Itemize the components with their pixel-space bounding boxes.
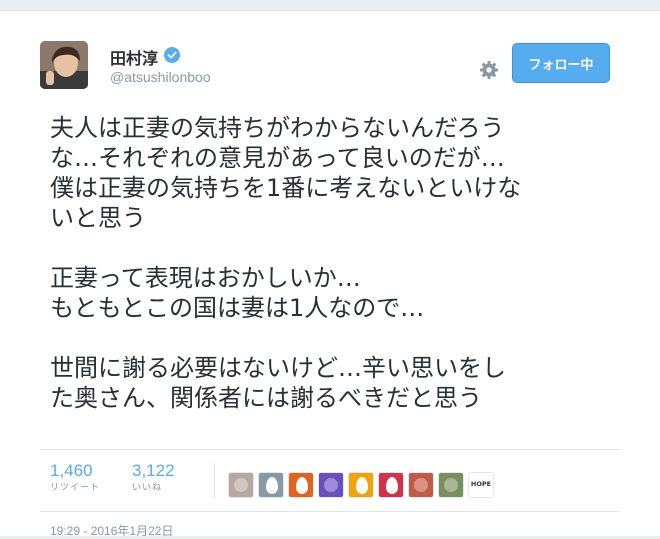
following-button[interactable]: フォロー中 <box>512 43 610 83</box>
egg-icon <box>356 477 368 494</box>
gear-icon[interactable] <box>478 59 500 81</box>
like-count-label: いいね <box>132 483 163 493</box>
liker-avatar-photo-avatar[interactable] <box>318 472 344 498</box>
egg-icon <box>266 477 278 494</box>
tweet-text: 夫人は正妻の気持ちがわからないんだろう な…それぞれの意見があって良いのだが… … <box>50 113 650 413</box>
tweet-line: いと思う <box>50 204 146 232</box>
tweet-line: な…それぞれの意見があって良いのだが… <box>50 144 505 172</box>
tweet-line: た奥さん、関係者には謝るべきだと思う <box>50 384 482 412</box>
liker-avatar-default-egg-avatar[interactable] <box>258 472 284 498</box>
verified-badge-icon <box>164 47 180 63</box>
tweet-line: 世間に謝る必要はないけど…辛い思いをし <box>50 354 506 382</box>
egg-icon <box>386 477 398 494</box>
egg-icon <box>296 477 308 494</box>
liker-avatar-hope-logo-avatar[interactable]: HOPE <box>468 472 494 498</box>
retweet-count-label: リツイート <box>50 483 101 493</box>
liker-avatar-default-egg-avatar[interactable] <box>288 472 314 498</box>
stats-top-divider <box>40 449 620 450</box>
liker-avatar-default-egg-avatar[interactable] <box>378 472 404 498</box>
like-count-value: 3,122 <box>132 461 175 480</box>
photo-icon <box>234 478 248 492</box>
liker-avatar-photo-avatar[interactable] <box>408 472 434 498</box>
retweet-count-value: 1,460 <box>50 461 93 480</box>
display-name[interactable]: 田村淳 <box>110 45 158 69</box>
stats-separator <box>214 463 215 499</box>
photo-icon <box>444 478 458 492</box>
tweet-line: もともとこの国は妻は1人なので… <box>50 294 425 322</box>
liker-avatars: HOPE <box>228 472 494 498</box>
liker-avatar-default-egg-avatar[interactable] <box>348 472 374 498</box>
photo-icon <box>324 478 338 492</box>
tweet-card: 田村淳 @atsushilonboo フォロー中 夫人は正妻の気持ちがわからない… <box>0 10 660 539</box>
stats-bottom-divider <box>40 511 620 512</box>
liker-avatar-photo-avatar[interactable] <box>438 472 464 498</box>
user-handle[interactable]: @atsushilonboo <box>110 69 211 85</box>
user-avatar[interactable] <box>40 41 88 89</box>
like-count[interactable]: 3,122 いいね <box>132 461 175 495</box>
retweet-count[interactable]: 1,460 リツイート <box>50 461 100 495</box>
photo-icon <box>414 478 428 492</box>
hope-logo-text: HOPE <box>470 480 492 488</box>
tweet-line: 僕は正妻の気持ちを1番に考えないといけな <box>50 174 522 202</box>
liker-avatar-photo-avatar[interactable] <box>228 472 254 498</box>
tweet-line: 夫人は正妻の気持ちがわからないんだろう <box>50 114 505 142</box>
tweet-line: 正妻って表現はおかしいか… <box>50 264 361 292</box>
tweet-timestamp[interactable]: 19:29 - 2016年1月22日 <box>50 522 173 539</box>
